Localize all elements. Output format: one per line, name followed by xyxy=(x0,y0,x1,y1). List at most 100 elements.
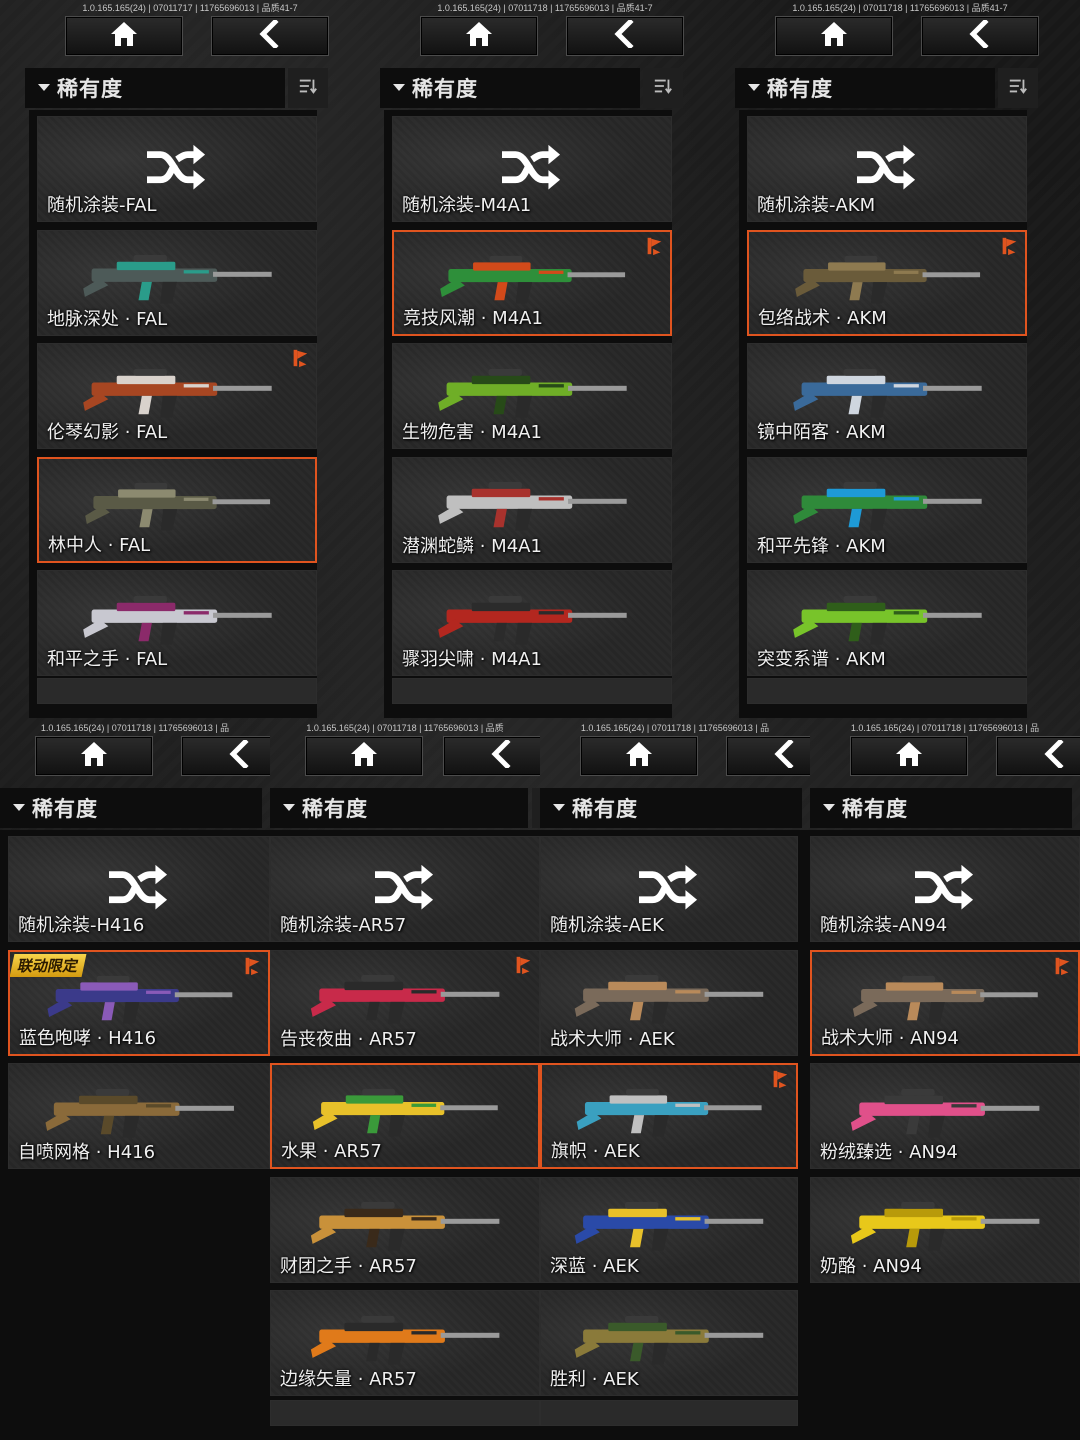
skin-card-partial[interactable] xyxy=(37,678,317,704)
back-button[interactable] xyxy=(181,736,270,776)
weapon-image xyxy=(292,965,522,1025)
skin-card[interactable]: 突变系谱 · AKM xyxy=(747,570,1027,676)
skin-card[interactable]: 战术大师 · AEK xyxy=(540,949,798,1056)
skin-card[interactable]: 奶酪 · AN94 xyxy=(810,1176,1080,1283)
random-skin-card[interactable]: 随机涂装-H416 xyxy=(8,836,270,942)
skin-card[interactable]: 联动限定 蓝色咆哮 · H416 xyxy=(8,949,270,1056)
back-button[interactable] xyxy=(726,736,810,776)
skin-card[interactable]: 地脉深处 · FAL xyxy=(37,229,317,336)
weapon-image xyxy=(832,1192,1062,1252)
random-skin-card[interactable]: 随机涂装-AR57 xyxy=(270,836,540,942)
skin-card[interactable]: 潜渊蛇鳞 · M4A1 xyxy=(392,456,672,563)
skin-card-partial[interactable] xyxy=(392,678,672,704)
home-button[interactable] xyxy=(305,736,423,776)
home-button[interactable] xyxy=(580,736,698,776)
skin-card[interactable]: 和平先锋 · AKM xyxy=(747,456,1027,563)
home-button[interactable] xyxy=(420,16,538,56)
back-button[interactable] xyxy=(921,16,1039,56)
rarity-filter-dropdown[interactable]: 稀有度 xyxy=(25,68,285,108)
skin-card[interactable]: 胜利 · AEK xyxy=(540,1290,798,1396)
skin-card[interactable]: 边缘矢量 · AR57 xyxy=(270,1290,540,1396)
skin-card[interactable]: 伦琴幻影 · FAL xyxy=(37,343,317,449)
skin-card[interactable]: 告丧夜曲 · AR57 xyxy=(270,949,540,1056)
rarity-filter-dropdown[interactable]: 稀有度 xyxy=(270,788,528,828)
shuffle-icon xyxy=(500,143,562,193)
shuffle-icon xyxy=(373,863,435,913)
rarity-filter-dropdown[interactable]: 稀有度 xyxy=(810,788,1072,828)
shuffle-icon xyxy=(145,143,207,193)
skin-name: 边缘矢量 · AR57 xyxy=(280,1369,417,1390)
back-arrow-icon xyxy=(225,738,255,772)
rarity-filter-dropdown[interactable]: 稀有度 xyxy=(0,788,262,828)
skin-card[interactable]: 林中人 · FAL xyxy=(37,456,317,563)
chevron-down-icon xyxy=(818,788,840,828)
skin-card[interactable]: 包络战术 · AKM xyxy=(747,229,1027,336)
skin-card[interactable]: 战术大师 · AN94 xyxy=(810,949,1080,1056)
rarity-filter-dropdown[interactable]: 稀有度 xyxy=(540,788,802,828)
home-icon xyxy=(464,20,494,52)
skin-card[interactable]: 水果 · AR57 xyxy=(270,1063,540,1169)
random-skin-card[interactable]: 随机涂装-AKM xyxy=(747,116,1027,222)
skin-name: 告丧夜曲 · AR57 xyxy=(280,1028,417,1050)
random-skin-card[interactable]: 随机涂装-FAL xyxy=(37,116,317,222)
screen-panel: 1.0.165.165(24) | 07011718 | 11765696013… xyxy=(270,720,540,1440)
collab-limited-badge: 联动限定 xyxy=(10,953,87,977)
skin-list: 随机涂装-FAL 地脉深处 · FAL 伦琴幻影 · FAL 林中人 · FAL 和平之… xyxy=(29,110,317,718)
rarity-filter-dropdown[interactable]: 稀有度 xyxy=(380,68,640,108)
weapon-image xyxy=(770,586,1009,646)
weapon-image xyxy=(561,965,781,1025)
skin-card[interactable]: 和平之手 · FAL xyxy=(37,570,317,676)
skin-name: 镜中陌客 · AKM xyxy=(757,422,886,443)
sort-button[interactable] xyxy=(643,68,683,108)
skin-name: 突变系谱 · AKM xyxy=(757,649,886,670)
random-skin-card[interactable]: 随机涂装-AEK xyxy=(540,836,798,942)
back-button[interactable] xyxy=(566,16,684,56)
weapon-image xyxy=(30,1079,254,1139)
home-button[interactable] xyxy=(850,736,968,776)
random-skin-card[interactable]: 随机涂装-AN94 xyxy=(810,836,1080,942)
skin-card[interactable]: 财团之手 · AR57 xyxy=(270,1176,540,1283)
skin-card[interactable]: 深蓝 · AEK xyxy=(540,1176,798,1283)
screen-panel: 1.0.165.165(24) | 07011718 | 11765696013… xyxy=(810,720,1080,1440)
rarity-filter-dropdown[interactable]: 稀有度 xyxy=(735,68,995,108)
version-info: 1.0.165.165(24) | 07011718 | 11765696013… xyxy=(437,3,653,13)
weapon-image xyxy=(416,246,653,305)
skin-card[interactable]: 生物危害 · M4A1 xyxy=(392,343,672,449)
skin-card[interactable]: 镜中陌客 · AKM xyxy=(747,343,1027,449)
skin-card-partial[interactable] xyxy=(540,1400,798,1426)
random-skin-card[interactable]: 随机涂装-M4A1 xyxy=(392,116,672,222)
skin-name: 奶酪 · AN94 xyxy=(820,1255,922,1277)
rarity-filter-label: 稀有度 xyxy=(412,77,478,101)
weapon-image xyxy=(562,1079,780,1138)
skin-card[interactable]: 竞技风潮 · M4A1 xyxy=(392,229,672,336)
chevron-down-icon xyxy=(278,788,300,828)
back-button[interactable] xyxy=(211,16,329,56)
sort-button[interactable] xyxy=(532,788,540,828)
skin-card-partial[interactable] xyxy=(270,1400,540,1426)
skin-card-partial[interactable] xyxy=(747,678,1027,704)
skin-name: 随机涂装-H416 xyxy=(18,915,145,936)
weapon-image xyxy=(770,472,1009,532)
weapon-image xyxy=(61,473,298,532)
skin-name: 旗帜 · AEK xyxy=(551,1141,640,1162)
weapon-image xyxy=(292,1192,522,1252)
rarity-filter-label: 稀有度 xyxy=(32,797,98,821)
sort-button[interactable] xyxy=(998,68,1038,108)
home-icon xyxy=(624,740,654,772)
skin-card[interactable]: 骤羽尖啸 · M4A1 xyxy=(392,570,672,676)
skin-name: 包络战术 · AKM xyxy=(758,307,887,329)
skin-name: 战术大师 · AEK xyxy=(550,1028,675,1050)
skin-card[interactable]: 自喷网格 · H416 xyxy=(8,1063,270,1169)
back-button[interactable] xyxy=(996,736,1080,776)
sort-button[interactable] xyxy=(288,68,328,108)
back-button[interactable] xyxy=(443,736,540,776)
skin-card[interactable]: 旗帜 · AEK xyxy=(540,1063,798,1169)
rarity-filter-label: 稀有度 xyxy=(767,77,833,101)
home-button[interactable] xyxy=(35,736,153,776)
home-icon xyxy=(79,740,109,772)
skin-name: 战术大师 · AN94 xyxy=(821,1027,959,1049)
skin-card[interactable]: 粉绒臻选 · AN94 xyxy=(810,1063,1080,1169)
weapon-image xyxy=(415,359,654,419)
home-button[interactable] xyxy=(775,16,893,56)
home-button[interactable] xyxy=(65,16,183,56)
